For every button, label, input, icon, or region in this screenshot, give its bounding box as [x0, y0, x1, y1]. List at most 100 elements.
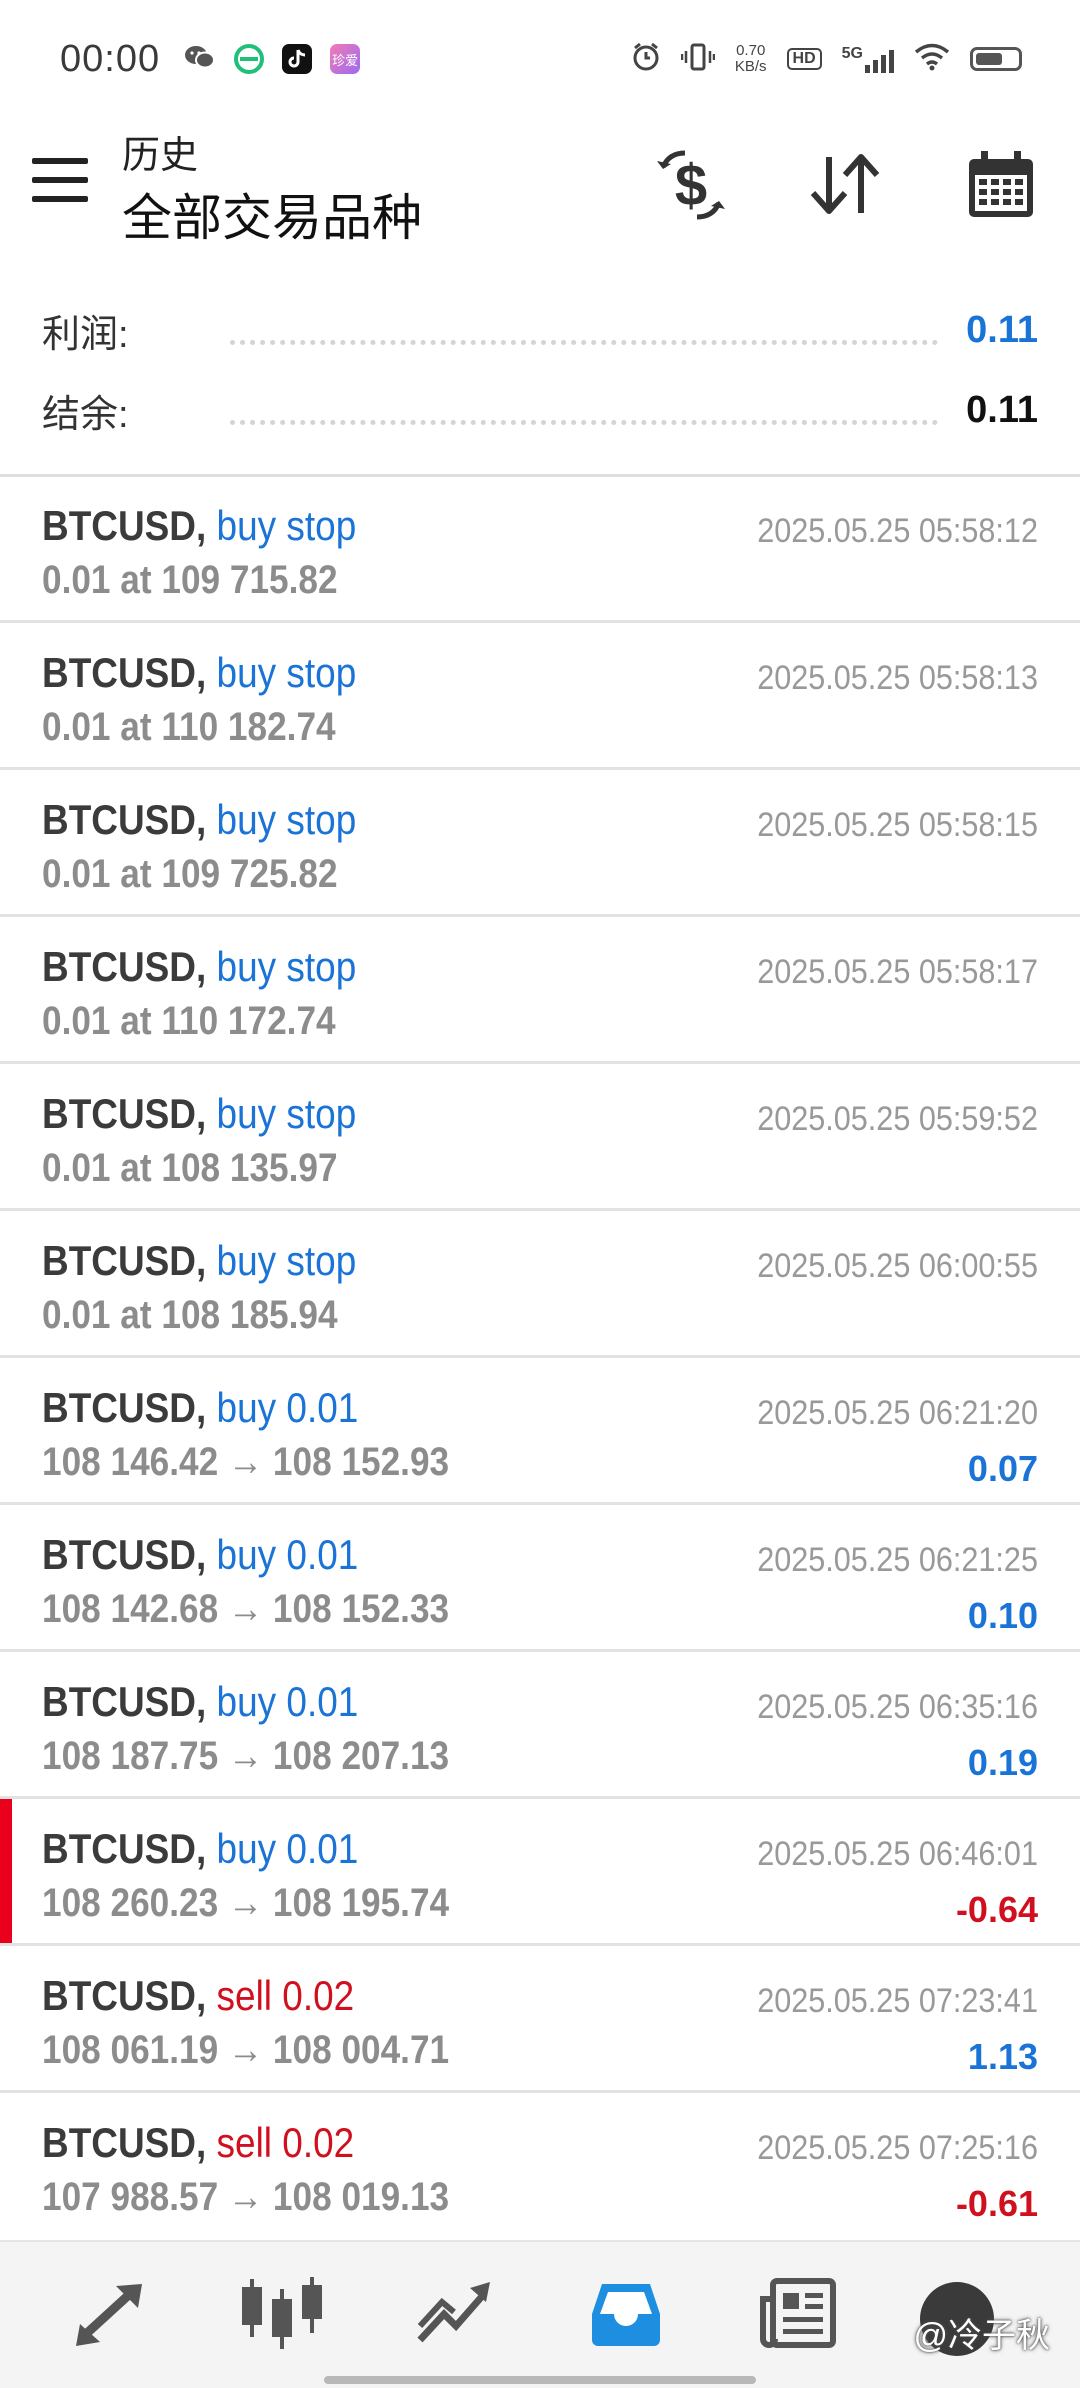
trade-detail: 108 142.68 → 108 152.33	[42, 1587, 450, 1631]
dotted-leader	[230, 315, 939, 345]
net-speed-value: 0.70	[736, 42, 766, 59]
trade-history-list: BTCUSD, buy stop 0.01 at 109 715.82 2025…	[0, 476, 1080, 2240]
trade-symbol: BTCUSD,	[42, 1678, 207, 1725]
news-icon	[759, 2277, 837, 2354]
trade-profit: 0.19	[967, 1742, 1038, 1783]
trade-row[interactable]: BTCUSD, buy 0.01 108 187.75 → 108 207.13…	[0, 1652, 1080, 1799]
page-title[interactable]: 全部交易品种	[122, 178, 422, 250]
profit-row: 利润: 0.11	[42, 300, 1038, 360]
browser-app-icon	[234, 44, 265, 74]
cellular-signal: 5G	[842, 45, 894, 73]
menu-icon[interactable]	[32, 158, 88, 202]
sort-arrows-icon	[809, 153, 881, 222]
trade-action: buy 0.01	[216, 1678, 359, 1725]
tiktok-icon	[282, 44, 313, 74]
trade-detail: 0.01 at 108 185.94	[42, 1293, 338, 1337]
calendar-button[interactable]	[956, 142, 1046, 232]
battery-icon	[970, 47, 1022, 71]
watermark: @冷子秋	[913, 2317, 1050, 2355]
alarm-icon	[631, 42, 661, 77]
trade-action: sell 0.02	[216, 1972, 355, 2019]
trade-header: BTCUSD, buy stop	[42, 943, 356, 991]
trade-header: BTCUSD, buy 0.01	[42, 1384, 358, 1432]
balance-label: 结余:	[42, 393, 129, 436]
trade-row[interactable]: BTCUSD, buy stop 0.01 at 109 715.82 2025…	[0, 476, 1080, 623]
sort-button[interactable]	[800, 142, 890, 232]
summary-panel: 利润: 0.11 结余: 0.11	[0, 290, 1080, 476]
profit-label: 利润:	[42, 313, 129, 356]
trade-symbol: BTCUSD,	[42, 502, 207, 549]
balance-value: 0.11	[966, 388, 1038, 431]
trade-profit: 0.07	[967, 1448, 1038, 1489]
hd-badge: HD	[786, 48, 822, 70]
trade-action: buy 0.01	[216, 1531, 359, 1578]
svg-text:$: $	[675, 153, 707, 218]
net-speed-unit: KB/s	[734, 58, 767, 75]
nav-news[interactable]	[748, 2270, 848, 2360]
trade-row[interactable]: BTCUSD, buy 0.01 108 260.23 → 108 195.74…	[0, 1799, 1080, 1946]
trade-time: 2025.05.25 06:21:25	[757, 1541, 1038, 1579]
trade-symbol: BTCUSD,	[42, 943, 207, 990]
trade-symbol: BTCUSD,	[42, 1237, 207, 1284]
trade-symbol: BTCUSD,	[42, 1972, 207, 2019]
trade-time: 2025.05.25 07:23:41	[757, 1982, 1038, 2020]
nav-history[interactable]	[576, 2270, 676, 2360]
trade-detail: 108 187.75 → 108 207.13	[42, 1734, 450, 1778]
trade-symbol: BTCUSD,	[42, 1090, 207, 1137]
bottom-navigation: @冷子秋	[0, 2240, 1080, 2388]
net-speed: 0.70 KB/s	[735, 43, 767, 75]
history-inbox-icon	[588, 2278, 664, 2353]
trade-header: BTCUSD, sell 0.02	[42, 1972, 354, 2020]
trade-action: buy stop	[216, 502, 357, 549]
calendar-icon	[965, 149, 1037, 226]
trade-detail: 0.01 at 109 725.82	[42, 852, 338, 896]
trade-time: 2025.05.25 05:59:52	[757, 1100, 1038, 1138]
currency-exchange-button[interactable]: $	[646, 142, 736, 232]
trade-profit: -0.64	[955, 1889, 1038, 1930]
trend-chart-icon	[414, 2278, 494, 2353]
trade-header: BTCUSD, buy stop	[42, 1237, 356, 1285]
trade-action: buy stop	[216, 649, 357, 696]
trade-detail: 108 146.42 → 108 152.93	[42, 1440, 450, 1484]
home-indicator[interactable]	[324, 2376, 756, 2384]
wechat-icon	[184, 43, 216, 76]
trade-action: buy 0.01	[216, 1384, 359, 1431]
trade-action: sell 0.02	[216, 2119, 355, 2166]
trade-symbol: BTCUSD,	[42, 1384, 207, 1431]
status-notification-icons: 珍爱	[184, 43, 361, 76]
trade-time: 2025.05.25 07:25:16	[757, 2129, 1038, 2167]
trade-action: buy stop	[216, 796, 357, 843]
trade-row[interactable]: BTCUSD, buy 0.01 108 146.42 → 108 152.93…	[0, 1358, 1080, 1505]
trade-detail: 108 260.23 → 108 195.74	[42, 1881, 450, 1925]
trade-time: 2025.05.25 05:58:12	[757, 512, 1038, 550]
trade-row[interactable]: BTCUSD, sell 0.02 107 988.57 → 108 019.1…	[0, 2093, 1080, 2240]
trade-row[interactable]: BTCUSD, buy stop 0.01 at 110 182.74 2025…	[0, 623, 1080, 770]
trade-row[interactable]: BTCUSD, buy stop 0.01 at 109 725.82 2025…	[0, 770, 1080, 917]
trade-row[interactable]: BTCUSD, buy stop 0.01 at 108 185.94 2025…	[0, 1211, 1080, 1358]
trade-profit: 1.13	[967, 2036, 1038, 2077]
trade-row[interactable]: BTCUSD, sell 0.02 108 061.19 → 108 004.7…	[0, 1946, 1080, 2093]
trade-time: 2025.05.25 06:35:16	[757, 1688, 1038, 1726]
trade-row[interactable]: BTCUSD, buy 0.01 108 142.68 → 108 152.33…	[0, 1505, 1080, 1652]
nav-trade[interactable]	[404, 2270, 504, 2360]
balance-row: 结余: 0.11	[42, 380, 1038, 440]
nav-quotes[interactable]	[60, 2270, 160, 2360]
nav-chart[interactable]	[232, 2270, 332, 2360]
vibrate-icon	[680, 42, 716, 77]
trade-header: BTCUSD, buy 0.01	[42, 1531, 358, 1579]
trade-time: 2025.05.25 06:21:20	[757, 1394, 1038, 1432]
trade-symbol: BTCUSD,	[42, 1531, 207, 1578]
status-bar: 00:00 珍爱 0.70 KB/s HD 5G	[0, 0, 1080, 118]
network-type: 5G	[841, 45, 863, 62]
trade-time: 2025.05.25 05:58:15	[757, 806, 1038, 844]
status-system-icons: 0.70 KB/s HD 5G	[631, 0, 1022, 118]
trade-profit: 0.10	[967, 1595, 1038, 1636]
trade-row[interactable]: BTCUSD, buy stop 0.01 at 108 135.97 2025…	[0, 1064, 1080, 1211]
wifi-icon	[914, 43, 950, 76]
trade-detail: 107 988.57 → 108 019.13	[42, 2175, 450, 2219]
trade-header: BTCUSD, buy 0.01	[42, 1825, 358, 1873]
trade-row[interactable]: BTCUSD, buy stop 0.01 at 110 172.74 2025…	[0, 917, 1080, 1064]
status-time: 00:00	[60, 37, 161, 80]
trade-action: buy stop	[216, 1237, 357, 1284]
trade-header: BTCUSD, buy stop	[42, 796, 356, 844]
